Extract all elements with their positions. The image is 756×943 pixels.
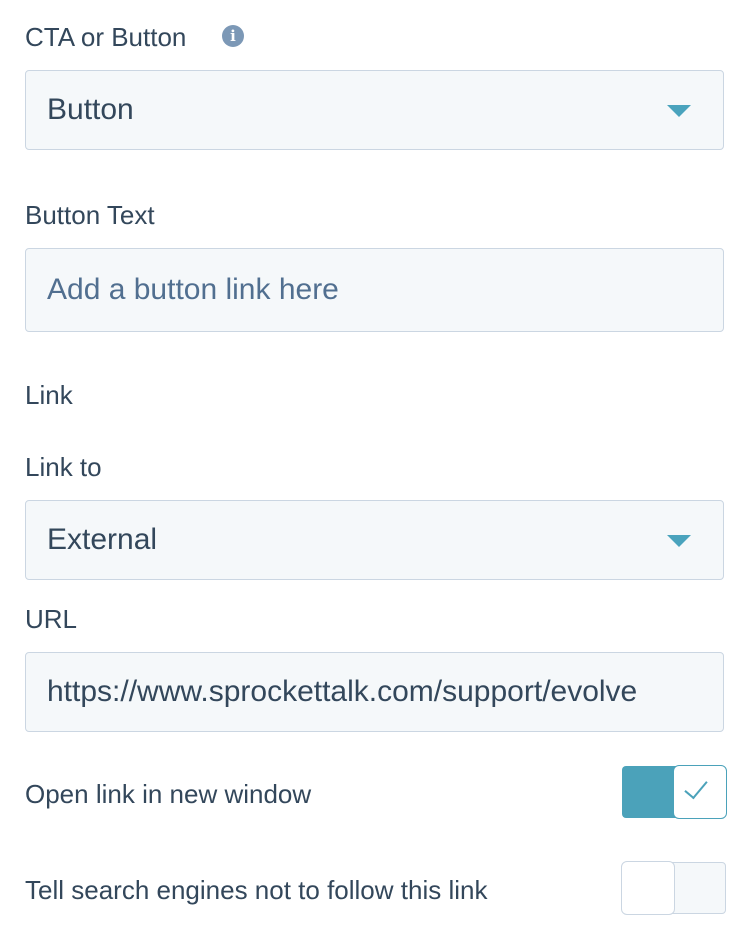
nofollow-label: Tell search engines not to follow this l…	[25, 875, 488, 905]
link-to-selected-value: External	[47, 523, 158, 556]
url-label: URL	[25, 604, 78, 634]
button-text-label: Button Text	[25, 200, 155, 230]
checkmark-icon	[684, 774, 708, 800]
info-icon[interactable]: i	[222, 25, 244, 47]
new-window-label: Open link in new window	[25, 779, 312, 809]
button-text-placeholder: Add a button link here	[47, 273, 339, 306]
cta-type-selected-value: Button	[47, 93, 134, 126]
link-to-select[interactable]: External	[25, 500, 724, 580]
chevron-down-icon	[667, 535, 691, 547]
link-section-label: Link	[25, 380, 73, 410]
nofollow-toggle[interactable]	[621, 861, 726, 915]
url-value: https://www.sprockettalk.com/support/evo…	[47, 675, 638, 708]
toggle-knob	[673, 765, 727, 819]
cta-type-select[interactable]: Button	[25, 70, 724, 150]
button-text-input[interactable]: Add a button link here	[25, 248, 724, 332]
cta-type-label: CTA or Button	[25, 22, 187, 52]
new-window-toggle[interactable]	[622, 765, 727, 819]
link-to-label: Link to	[25, 452, 102, 482]
chevron-down-icon	[667, 105, 691, 117]
url-input[interactable]: https://www.sprockettalk.com/support/evo…	[25, 652, 724, 732]
toggle-knob	[621, 861, 675, 915]
